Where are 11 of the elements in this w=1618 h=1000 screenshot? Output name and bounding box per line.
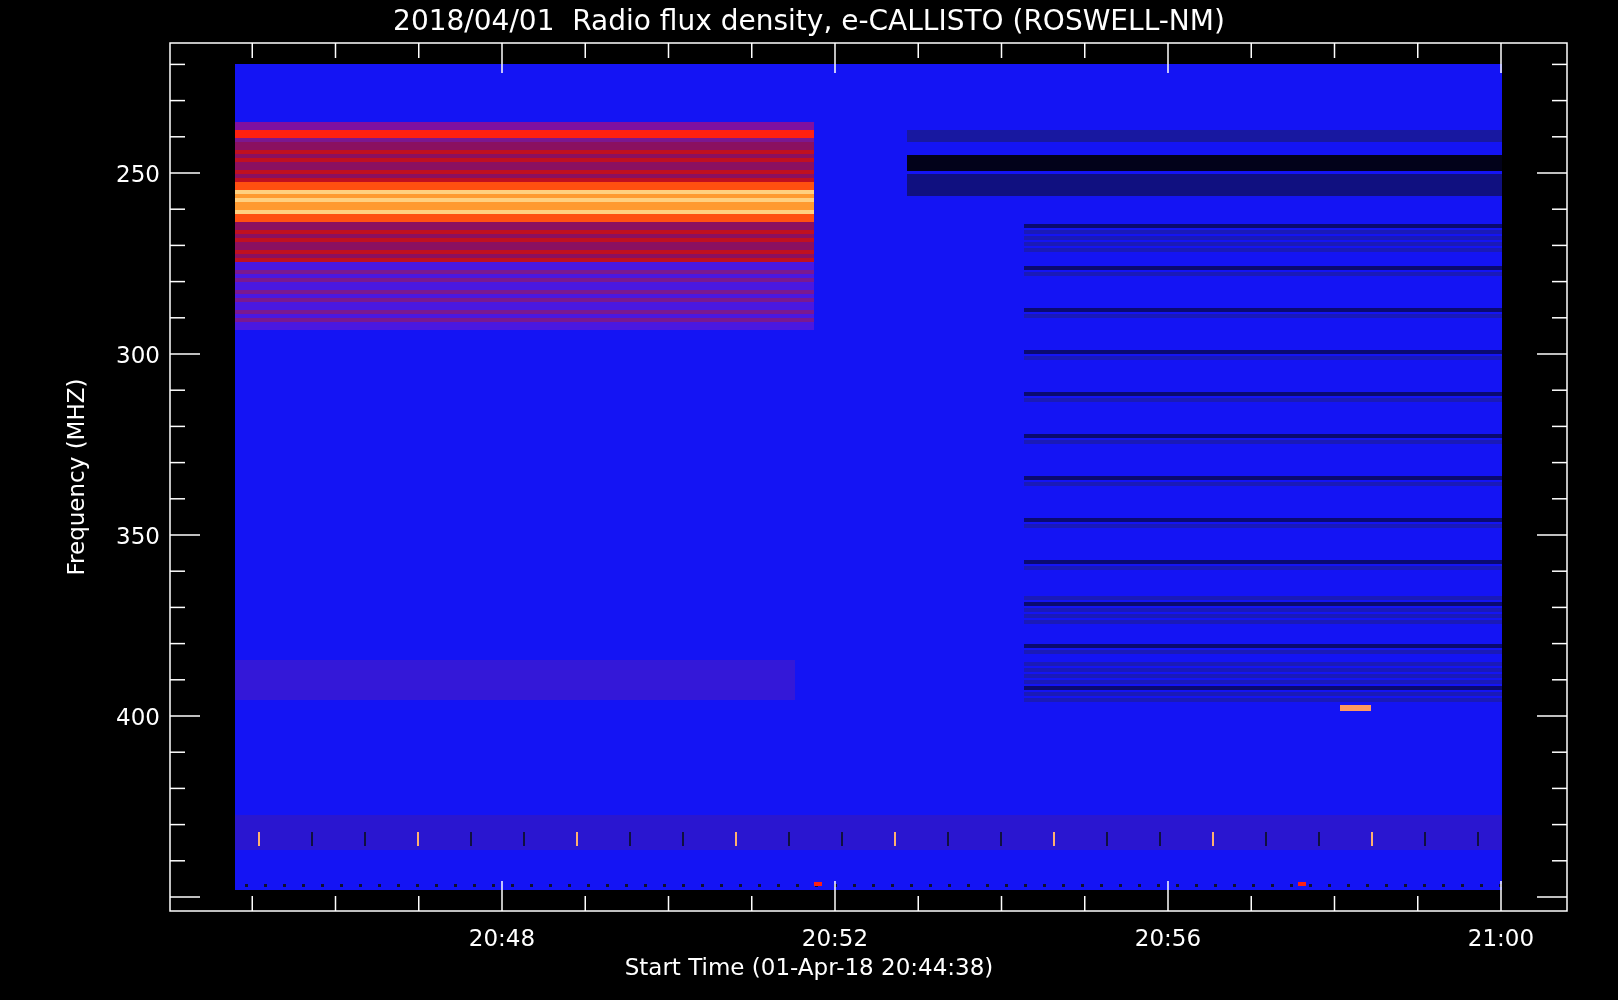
tick-label: 20:52 (801, 925, 869, 951)
tick-label: 350 (116, 523, 160, 549)
tick-label: 20:48 (468, 925, 536, 951)
tick-label: 21:00 (1467, 925, 1535, 951)
axis-label: Start Time (01-Apr-18 20:44:38) (624, 954, 994, 980)
plot-title: 2018/04/01 Radio flux density, e-CALLISTO (ROSWELL-NM) (393, 4, 1225, 37)
tick-label: 300 (116, 342, 160, 368)
tick-label: 20:56 (1134, 925, 1202, 951)
axis-label: Frequency (MHZ) (63, 378, 89, 576)
tick-label: 250 (116, 161, 160, 187)
tick-label: 400 (116, 704, 160, 730)
